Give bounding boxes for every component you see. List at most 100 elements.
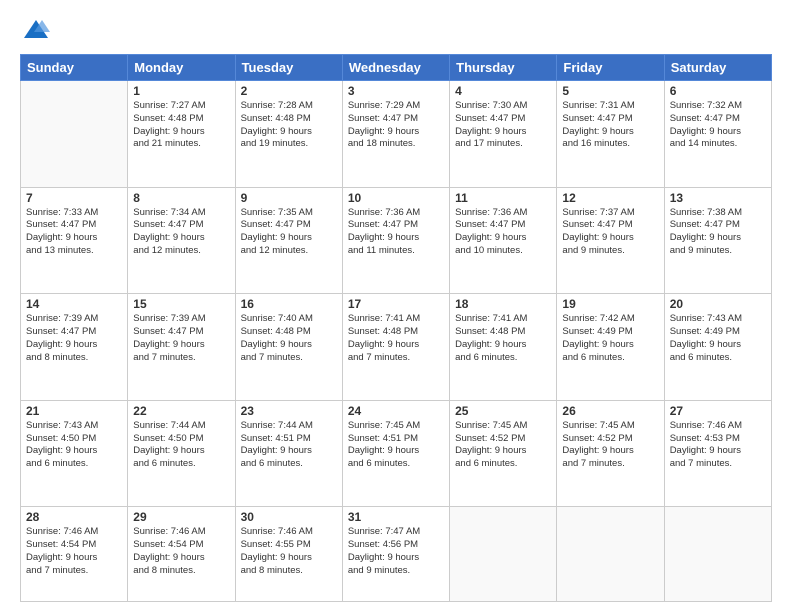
- weekday-thursday: Thursday: [450, 55, 557, 81]
- calendar-cell: 15 Sunrise: 7:39 AM Sunset: 4:47 PM Dayli…: [128, 294, 235, 401]
- calendar-cell: 10Sunrise: 7:36 AM Sunset: 4:47 PM Dayli…: [342, 187, 449, 294]
- weekday-wednesday: Wednesday: [342, 55, 449, 81]
- day-number: 8: [133, 191, 229, 205]
- calendar-cell: 20Sunrise: 7:43 AM Sunset: 4:49 PM Dayli…: [664, 294, 771, 401]
- day-info: Sunrise: 7:46 AM Sunset: 4:55 PM Dayligh…: [241, 526, 337, 577]
- weekday-saturday: Saturday: [664, 55, 771, 81]
- calendar-cell: 16 Sunrise: 7:40 AM Sunset: 4:48 PM Dayli…: [235, 294, 342, 401]
- calendar-table: SundayMondayTuesdayWednesdayThursdayFrid…: [20, 54, 772, 602]
- calendar-cell: 8 Sunrise: 7:34 AM Sunset: 4:47 PM Daylig…: [128, 187, 235, 294]
- day-info: Sunrise: 7:44 AM Sunset: 4:50 PM Dayligh…: [133, 420, 229, 471]
- day-info: Sunrise: 7:46 AM Sunset: 4:53 PM Dayligh…: [670, 420, 766, 471]
- calendar-cell: 21 Sunrise: 7:43 AM Sunset: 4:50 PM Dayli…: [21, 400, 128, 507]
- day-number: 31: [348, 510, 444, 524]
- day-info: Sunrise: 7:45 AM Sunset: 4:51 PM Dayligh…: [348, 420, 444, 471]
- day-number: 24: [348, 404, 444, 418]
- calendar-cell: 11 Sunrise: 7:36 AM Sunset: 4:47 PM Dayli…: [450, 187, 557, 294]
- calendar-cell: 22 Sunrise: 7:44 AM Sunset: 4:50 PM Dayli…: [128, 400, 235, 507]
- day-info: Sunrise: 7:39 AM Sunset: 4:47 PM Dayligh…: [133, 313, 229, 364]
- day-number: 22: [133, 404, 229, 418]
- calendar-cell: 14 Sunrise: 7:39 AM Sunset: 4:47 PM Dayli…: [21, 294, 128, 401]
- day-info: Sunrise: 7:33 AM Sunset: 4:47 PM Dayligh…: [26, 207, 122, 258]
- calendar-cell: 24 Sunrise: 7:45 AM Sunset: 4:51 PM Dayli…: [342, 400, 449, 507]
- calendar-cell: [450, 507, 557, 602]
- day-number: 18: [455, 297, 551, 311]
- day-number: 5: [562, 84, 658, 98]
- day-info: Sunrise: 7:37 AM Sunset: 4:47 PM Dayligh…: [562, 207, 658, 258]
- day-number: 17: [348, 297, 444, 311]
- day-info: Sunrise: 7:42 AM Sunset: 4:49 PM Dayligh…: [562, 313, 658, 364]
- calendar-cell: 1Sunrise: 7:27 AM Sunset: 4:48 PM Daylig…: [128, 81, 235, 188]
- day-number: 3: [348, 84, 444, 98]
- day-number: 20: [670, 297, 766, 311]
- day-number: 9: [241, 191, 337, 205]
- calendar-cell: 13 Sunrise: 7:38 AM Sunset: 4:47 PM Dayli…: [664, 187, 771, 294]
- calendar-cell: [557, 507, 664, 602]
- day-info: Sunrise: 7:29 AM Sunset: 4:47 PM Dayligh…: [348, 100, 444, 151]
- calendar-cell: 19 Sunrise: 7:42 AM Sunset: 4:49 PM Dayli…: [557, 294, 664, 401]
- day-number: 19: [562, 297, 658, 311]
- day-number: 15: [133, 297, 229, 311]
- calendar-cell: 5 Sunrise: 7:31 AM Sunset: 4:47 PM Daylig…: [557, 81, 664, 188]
- day-number: 16: [241, 297, 337, 311]
- calendar-cell: 17 Sunrise: 7:41 AM Sunset: 4:48 PM Dayli…: [342, 294, 449, 401]
- logo: [20, 16, 50, 44]
- day-info: Sunrise: 7:41 AM Sunset: 4:48 PM Dayligh…: [455, 313, 551, 364]
- calendar-cell: 18 Sunrise: 7:41 AM Sunset: 4:48 PM Dayli…: [450, 294, 557, 401]
- week-row-0: 1Sunrise: 7:27 AM Sunset: 4:48 PM Daylig…: [21, 81, 772, 188]
- day-number: 27: [670, 404, 766, 418]
- calendar-cell: 30 Sunrise: 7:46 AM Sunset: 4:55 PM Dayli…: [235, 507, 342, 602]
- day-number: 30: [241, 510, 337, 524]
- day-info: Sunrise: 7:45 AM Sunset: 4:52 PM Dayligh…: [455, 420, 551, 471]
- calendar-cell: 26 Sunrise: 7:45 AM Sunset: 4:52 PM Dayli…: [557, 400, 664, 507]
- day-number: 1: [133, 84, 229, 98]
- weekday-monday: Monday: [128, 55, 235, 81]
- day-info: Sunrise: 7:34 AM Sunset: 4:47 PM Dayligh…: [133, 207, 229, 258]
- day-info: Sunrise: 7:47 AM Sunset: 4:56 PM Dayligh…: [348, 526, 444, 577]
- day-number: 14: [26, 297, 122, 311]
- calendar-cell: 7 Sunrise: 7:33 AM Sunset: 4:47 PM Daylig…: [21, 187, 128, 294]
- calendar-cell: 4 Sunrise: 7:30 AM Sunset: 4:47 PM Daylig…: [450, 81, 557, 188]
- page: SundayMondayTuesdayWednesdayThursdayFrid…: [0, 0, 792, 612]
- day-number: 26: [562, 404, 658, 418]
- week-row-1: 7 Sunrise: 7:33 AM Sunset: 4:47 PM Daylig…: [21, 187, 772, 294]
- calendar-cell: 3 Sunrise: 7:29 AM Sunset: 4:47 PM Daylig…: [342, 81, 449, 188]
- day-number: 28: [26, 510, 122, 524]
- day-number: 2: [241, 84, 337, 98]
- day-number: 12: [562, 191, 658, 205]
- day-info: Sunrise: 7:38 AM Sunset: 4:47 PM Dayligh…: [670, 207, 766, 258]
- day-number: 4: [455, 84, 551, 98]
- weekday-header-row: SundayMondayTuesdayWednesdayThursdayFrid…: [21, 55, 772, 81]
- day-info: Sunrise: 7:31 AM Sunset: 4:47 PM Dayligh…: [562, 100, 658, 151]
- day-number: 29: [133, 510, 229, 524]
- day-info: Sunrise: 7:46 AM Sunset: 4:54 PM Dayligh…: [133, 526, 229, 577]
- day-number: 7: [26, 191, 122, 205]
- week-row-3: 21 Sunrise: 7:43 AM Sunset: 4:50 PM Dayli…: [21, 400, 772, 507]
- weekday-friday: Friday: [557, 55, 664, 81]
- calendar-cell: [21, 81, 128, 188]
- day-info: Sunrise: 7:41 AM Sunset: 4:48 PM Dayligh…: [348, 313, 444, 364]
- day-info: Sunrise: 7:28 AM Sunset: 4:48 PM Dayligh…: [241, 100, 337, 151]
- calendar-cell: 25 Sunrise: 7:45 AM Sunset: 4:52 PM Dayli…: [450, 400, 557, 507]
- day-info: Sunrise: 7:44 AM Sunset: 4:51 PM Dayligh…: [241, 420, 337, 471]
- day-info: Sunrise: 7:39 AM Sunset: 4:47 PM Dayligh…: [26, 313, 122, 364]
- day-number: 13: [670, 191, 766, 205]
- day-info: Sunrise: 7:35 AM Sunset: 4:47 PM Dayligh…: [241, 207, 337, 258]
- day-number: 21: [26, 404, 122, 418]
- day-info: Sunrise: 7:46 AM Sunset: 4:54 PM Dayligh…: [26, 526, 122, 577]
- day-info: Sunrise: 7:36 AM Sunset: 4:47 PM Dayligh…: [455, 207, 551, 258]
- day-info: Sunrise: 7:36 AM Sunset: 4:47 PM Dayligh…: [348, 207, 444, 258]
- day-info: Sunrise: 7:43 AM Sunset: 4:50 PM Dayligh…: [26, 420, 122, 471]
- calendar-cell: [664, 507, 771, 602]
- day-number: 25: [455, 404, 551, 418]
- day-info: Sunrise: 7:30 AM Sunset: 4:47 PM Dayligh…: [455, 100, 551, 151]
- day-number: 23: [241, 404, 337, 418]
- day-info: Sunrise: 7:45 AM Sunset: 4:52 PM Dayligh…: [562, 420, 658, 471]
- week-row-4: 28 Sunrise: 7:46 AM Sunset: 4:54 PM Dayli…: [21, 507, 772, 602]
- calendar-cell: 29 Sunrise: 7:46 AM Sunset: 4:54 PM Dayli…: [128, 507, 235, 602]
- day-number: 11: [455, 191, 551, 205]
- day-info: Sunrise: 7:40 AM Sunset: 4:48 PM Dayligh…: [241, 313, 337, 364]
- calendar-cell: 27 Sunrise: 7:46 AM Sunset: 4:53 PM Dayli…: [664, 400, 771, 507]
- calendar-cell: 2 Sunrise: 7:28 AM Sunset: 4:48 PM Daylig…: [235, 81, 342, 188]
- calendar-cell: 9 Sunrise: 7:35 AM Sunset: 4:47 PM Daylig…: [235, 187, 342, 294]
